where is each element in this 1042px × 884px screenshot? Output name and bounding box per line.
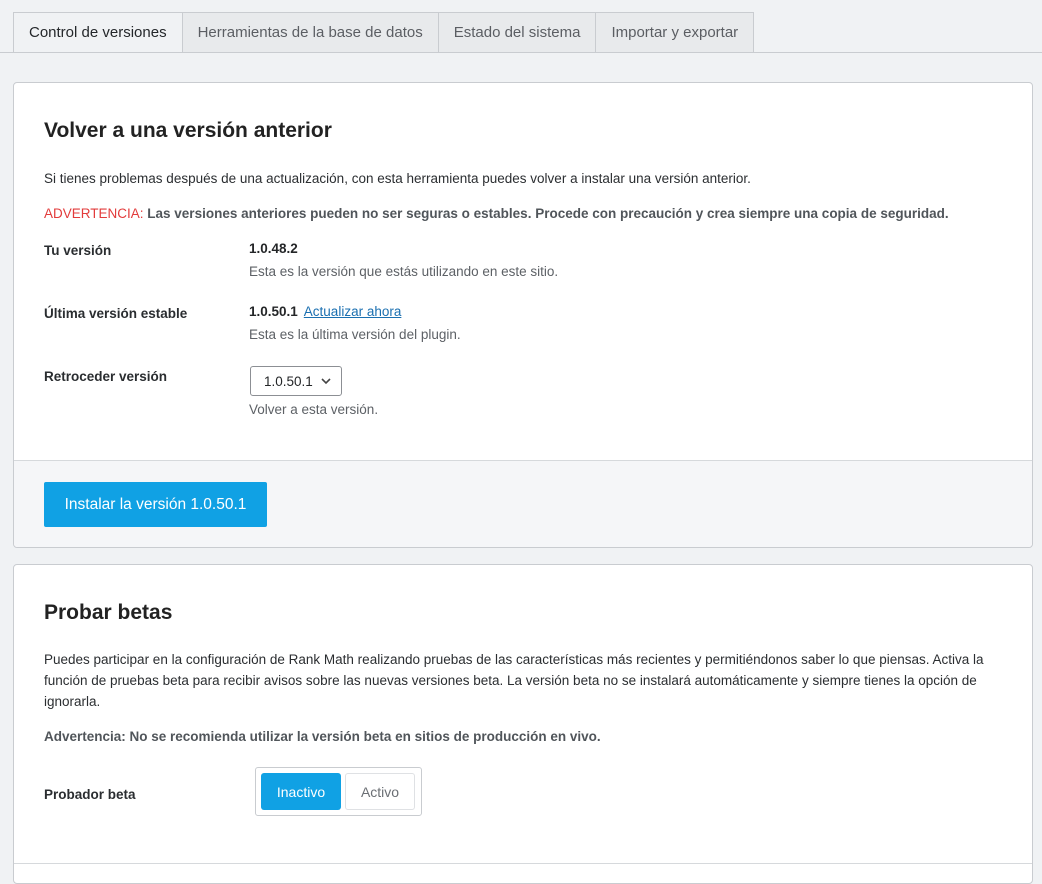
rollback-version-description: Volver a esta versión. — [249, 402, 379, 417]
rollback-title: Volver a una versión anterior — [44, 119, 332, 142]
beta-inactive-option[interactable]: Inactivo — [261, 773, 341, 810]
beta-card: Probar betas Puedes participar en la con… — [13, 564, 1033, 884]
latest-version-label: Última versión estable — [44, 306, 188, 321]
beta-tester-label: Probador beta — [44, 787, 136, 802]
tab-import-export[interactable]: Importar y exportar — [596, 12, 755, 53]
your-version-label: Tu versión — [44, 243, 112, 258]
beta-tester-toggle: Inactivo Activo — [255, 767, 422, 816]
tab-bar-divider — [0, 52, 1042, 53]
warning-prefix: ADVERTENCIA: — [44, 206, 144, 221]
beta-section-divider — [14, 863, 1032, 864]
install-version-button[interactable]: Instalar la versión 1.0.50.1 — [44, 482, 267, 527]
chevron-down-icon — [321, 378, 331, 385]
rollback-warning: ADVERTENCIA: Las versiones anteriores pu… — [44, 203, 949, 224]
latest-version-value: 1.0.50.1 Actualizar ahora — [249, 304, 402, 319]
latest-version-description: Esta es la última versión del plugin. — [249, 327, 461, 342]
rollback-version-select[interactable]: 1.0.50.1 — [250, 366, 342, 396]
tab-bar: Control de versiones Herramientas de la … — [13, 12, 755, 53]
beta-title: Probar betas — [44, 601, 173, 624]
rollback-card: Volver a una versión anterior Si tienes … — [13, 82, 1033, 548]
rollback-description: Si tienes problemas después de una actua… — [44, 171, 751, 186]
rollback-version-label: Retroceder versión — [44, 369, 168, 384]
tab-system-status[interactable]: Estado del sistema — [438, 12, 597, 53]
beta-description-line-1: Puedes participar en la configuración de… — [44, 652, 984, 667]
rollback-footer: Instalar la versión 1.0.50.1 — [14, 460, 1032, 547]
tab-database-tools[interactable]: Herramientas de la base de datos — [182, 12, 439, 53]
update-now-link[interactable]: Actualizar ahora — [304, 304, 402, 319]
your-version-value: 1.0.48.2 — [249, 241, 298, 256]
your-version-description: Esta es la versión que estás utilizando … — [249, 264, 559, 279]
warning-text: Las versiones anteriores pueden no ser s… — [143, 206, 949, 221]
selected-version: 1.0.50.1 — [264, 373, 313, 389]
beta-active-option[interactable]: Activo — [345, 773, 415, 810]
beta-warning: Advertencia: No se recomienda utilizar l… — [44, 729, 601, 744]
tab-version-control[interactable]: Control de versiones — [13, 12, 183, 53]
beta-description-line-2: función de pruebas beta para recibir avi… — [44, 673, 977, 688]
beta-description-line-3: ignorarla. — [44, 694, 101, 709]
